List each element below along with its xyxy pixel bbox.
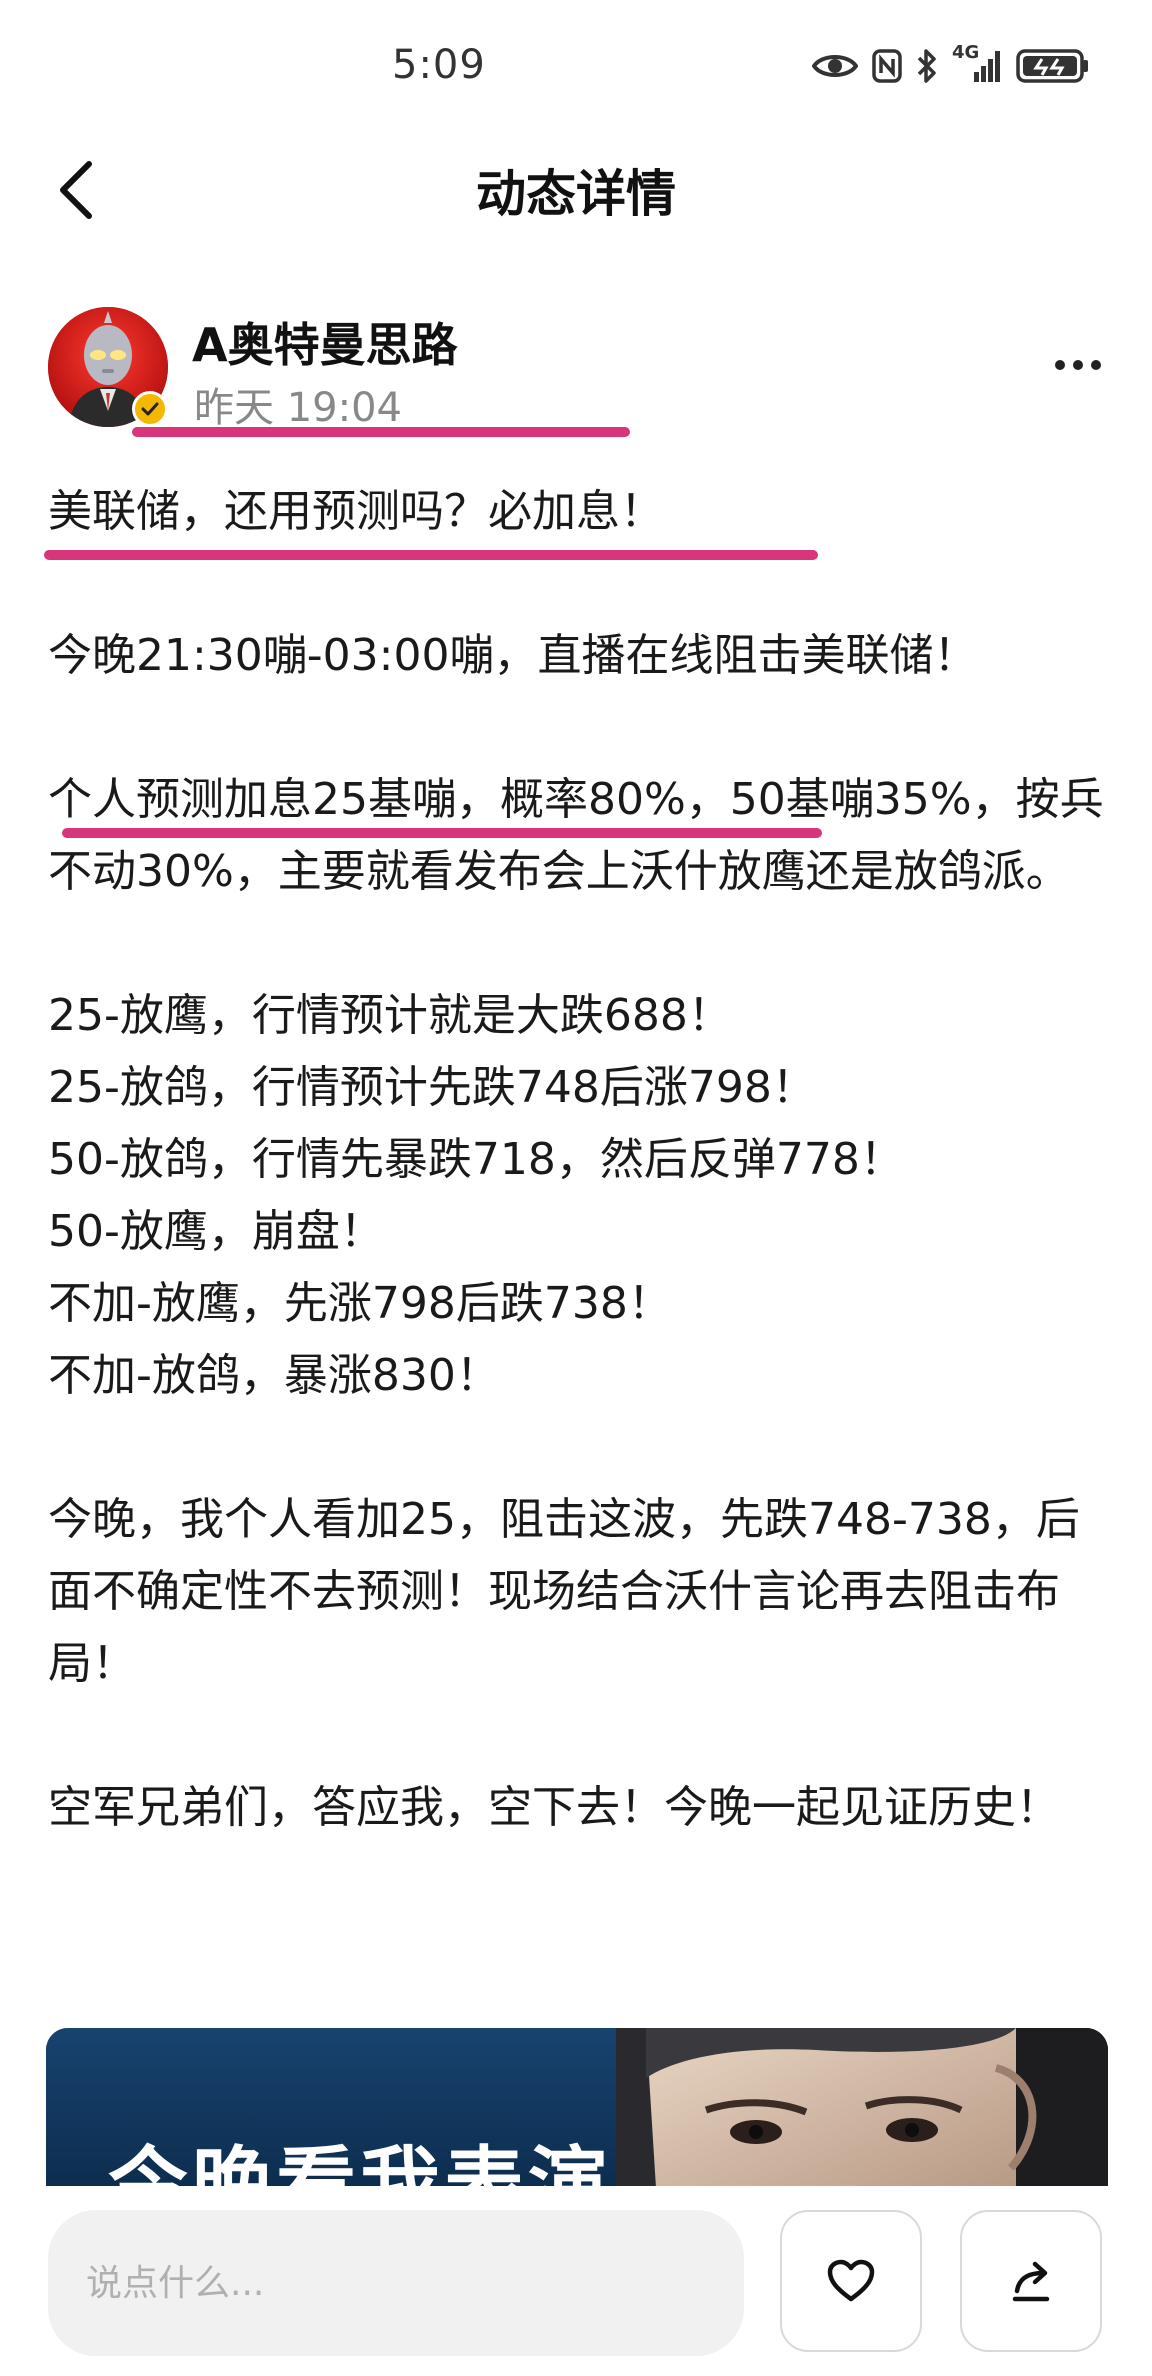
post-paragraph: 今晚21:30嘣-03:00嘣，直播在线阻击美联储！ xyxy=(48,630,978,681)
post-image[interactable]: 今晚看我表演 xyxy=(46,2028,1108,2188)
post-paragraph: 不加-放鹰，先涨798后跌738！ xyxy=(48,1278,672,1329)
highlight-line-time xyxy=(132,427,630,437)
post-content: 美联储，还用预测吗？必加息！ 今晚21:30嘣-03:00嘣，直播在线阻击美联储… xyxy=(48,476,1108,1844)
post-paragraph: 个人预测加息25基嘣，概率80%，50基嘣35%，按兵不动30%，主要就看发布会… xyxy=(48,774,1104,897)
post-paragraph: 50-放鸽，行情先暴跌718，然后反弹778！ xyxy=(48,1134,904,1185)
like-button[interactable] xyxy=(780,2210,922,2352)
eye-icon xyxy=(812,51,858,81)
post-image-text: 今晚看我表演 xyxy=(108,2138,612,2188)
post-paragraph: 美联储，还用预测吗？必加息！ xyxy=(48,486,664,537)
share-button[interactable] xyxy=(960,2210,1102,2352)
status-time: 5:09 xyxy=(392,42,486,88)
post-paragraph: 空军兄弟们，答应我，空下去！今晚一起见证历史！ xyxy=(48,1782,1060,1833)
status-bar: 5:09 4G xyxy=(0,0,1152,130)
comment-input[interactable] xyxy=(48,2210,744,2356)
author-name[interactable]: A奥特曼思路 xyxy=(192,309,458,375)
status-icons: 4G xyxy=(812,44,1090,86)
more-dots-icon xyxy=(1055,360,1065,370)
bottom-action-bar xyxy=(0,2186,1152,2376)
post-paragraph: 不加-放鸽，暴涨830！ xyxy=(48,1350,500,1401)
post-paragraph: 今晚，我个人看加25，阻击这波，先跌748-738，后面不确定性不去预测！现场结… xyxy=(48,1494,1080,1689)
more-options-button[interactable] xyxy=(1048,345,1108,385)
verified-badge-icon xyxy=(132,391,168,427)
battery-saver-icon xyxy=(1016,48,1090,84)
share-icon xyxy=(1012,2261,1050,2302)
post-paragraph: 25-放鸽，行情预计先跌748后涨798！ xyxy=(48,1062,816,1113)
post-time: 昨天 19:04 xyxy=(194,385,402,431)
portrait-illustration xyxy=(616,2028,1108,2188)
network-label: 4G xyxy=(952,42,980,63)
post-paragraph: 25-放鹰，行情预计就是大跌688！ xyxy=(48,990,732,1041)
heart-icon xyxy=(827,2259,875,2302)
author-header: A奥特曼思路 昨天 19:04 xyxy=(48,305,1108,435)
nfc-icon xyxy=(872,49,902,83)
nav-bar: 动态详情 xyxy=(0,130,1152,250)
post-paragraph: 50-放鹰，崩盘！ xyxy=(48,1206,384,1257)
signal-4g-icon: 4G xyxy=(952,44,1002,84)
page-title: 动态详情 xyxy=(476,165,676,223)
bluetooth-icon xyxy=(916,48,938,84)
